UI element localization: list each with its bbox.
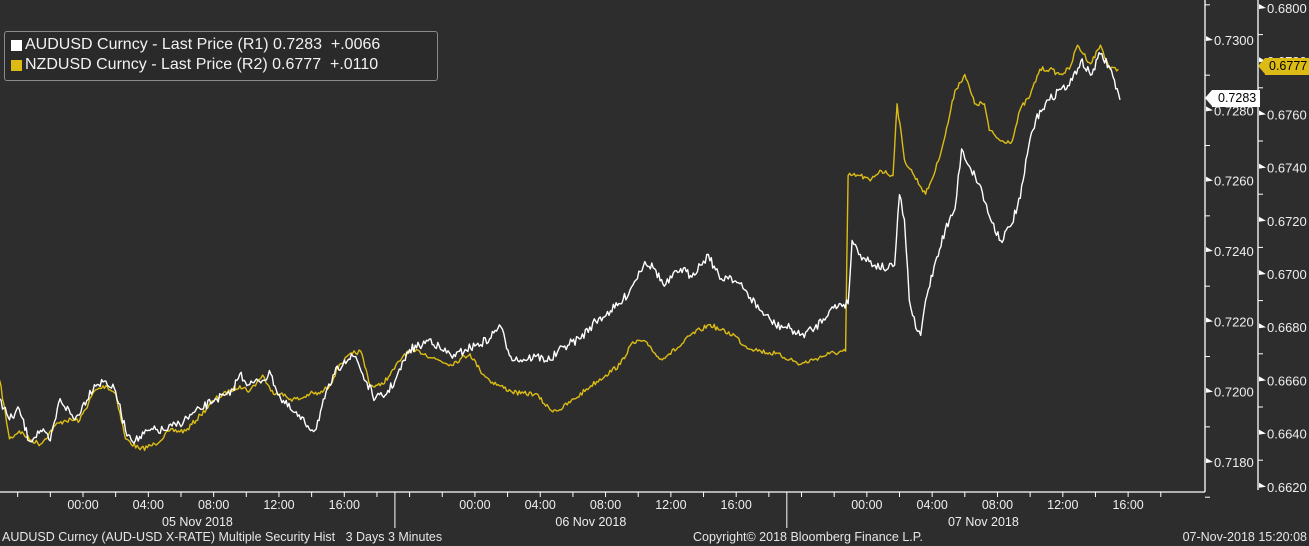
r1-tick-mark bbox=[1206, 458, 1213, 464]
audusd-series-line bbox=[0, 52, 1121, 444]
day-label: 05 Nov 2018 bbox=[162, 515, 233, 529]
r2-tick-mark bbox=[1259, 216, 1266, 222]
r2-tick-label: 0.6800 bbox=[1267, 1, 1307, 16]
x-tick-label: 16:00 bbox=[721, 498, 752, 512]
legend-item-audusd: AUDUSD Curncy - Last Price (R1) 0.7283 +… bbox=[11, 35, 437, 55]
footer-security-info: AUDUSD Curncy (AUD-USD X-RATE) Multiple … bbox=[2, 530, 443, 544]
x-tick-label: 12:00 bbox=[1047, 498, 1078, 512]
r2-tick-label: 0.6720 bbox=[1267, 214, 1307, 229]
r1-tick-label: 0.7200 bbox=[1214, 385, 1254, 400]
x-tick-label: 16:00 bbox=[1112, 498, 1143, 512]
x-tick-label: 04:00 bbox=[133, 498, 164, 512]
r1-tick-mark bbox=[1206, 176, 1213, 182]
r1-tick-mark bbox=[1206, 36, 1213, 41]
r1-tick-label: 0.7240 bbox=[1214, 244, 1254, 259]
x-tick-label: 12:00 bbox=[263, 498, 294, 512]
r2-tick-mark bbox=[1259, 270, 1266, 275]
nzdusd-swatch bbox=[11, 59, 22, 71]
r2-tick-mark bbox=[1259, 323, 1266, 329]
r2-tick-mark bbox=[1259, 163, 1266, 169]
r2-tick-label: 0.6620 bbox=[1267, 480, 1307, 495]
footer-timestamp: 07-Nov-2018 15:20:08 bbox=[1182, 530, 1307, 544]
r1-tick-mark bbox=[1206, 247, 1213, 253]
x-tick-label: 08:00 bbox=[198, 498, 229, 512]
r1-tick-mark bbox=[1206, 387, 1213, 393]
x-tick-label: 04:00 bbox=[525, 498, 556, 512]
legend-label-audusd: AUDUSD Curncy - Last Price (R1) 0.7283 +… bbox=[25, 36, 381, 53]
x-tick-label: 04:00 bbox=[917, 498, 948, 512]
day-label: 06 Nov 2018 bbox=[555, 515, 626, 529]
r2-tick-label: 0.6680 bbox=[1267, 320, 1307, 335]
r2-tick-label: 0.6760 bbox=[1267, 107, 1307, 122]
audusd-swatch bbox=[11, 39, 22, 51]
r2-tick-mark bbox=[1259, 429, 1266, 435]
x-tick-label: 00:00 bbox=[851, 498, 882, 512]
x-tick-label: 16:00 bbox=[329, 498, 360, 512]
x-tick-label: 12:00 bbox=[655, 498, 686, 512]
day-label: 07 Nov 2018 bbox=[948, 515, 1019, 529]
x-tick-label: 08:00 bbox=[590, 498, 621, 512]
r2-tick-label: 0.6700 bbox=[1267, 267, 1307, 282]
footer-copyright: Copyright© 2018 Bloomberg Finance L.P. bbox=[693, 530, 923, 544]
r2-tick-mark bbox=[1259, 110, 1266, 116]
r2-tick-label: 0.6640 bbox=[1267, 427, 1307, 442]
chart-legend: AUDUSD Curncy - Last Price (R1) 0.7283 +… bbox=[4, 31, 438, 81]
r1-tick-mark bbox=[1206, 317, 1213, 323]
x-tick-label: 00:00 bbox=[459, 498, 490, 512]
r1-tick-label: 0.7260 bbox=[1214, 174, 1254, 189]
r1-tick-label: 0.7180 bbox=[1214, 455, 1254, 470]
audusd-last-price-marker: 0.7283 bbox=[1204, 90, 1261, 107]
x-tick-label: 08:00 bbox=[982, 498, 1013, 512]
legend-item-nzdusd: NZDUSD Curncy - Last Price (R2) 0.6777 +… bbox=[11, 55, 437, 75]
legend-label-nzdusd: NZDUSD Curncy - Last Price (R2) 0.6777 +… bbox=[25, 56, 379, 73]
r2-tick-mark bbox=[1259, 4, 1266, 9]
nzdusd-series-line bbox=[0, 44, 1119, 452]
r1-tick-label: 0.7220 bbox=[1214, 314, 1254, 329]
r1-tick-label: 0.7300 bbox=[1214, 33, 1254, 48]
nzdusd-last-price-marker: 0.6777 bbox=[1257, 58, 1309, 75]
r2-tick-mark bbox=[1259, 482, 1266, 488]
r1-tick-mark bbox=[1206, 106, 1213, 112]
r2-tick-mark bbox=[1259, 376, 1266, 382]
price-chart: 0.71800.72000.72200.72400.72600.72800.73… bbox=[0, 0, 1307, 529]
r2-tick-label: 0.6740 bbox=[1267, 161, 1307, 176]
r2-tick-label: 0.6660 bbox=[1267, 373, 1307, 388]
x-tick-label: 00:00 bbox=[67, 498, 98, 512]
